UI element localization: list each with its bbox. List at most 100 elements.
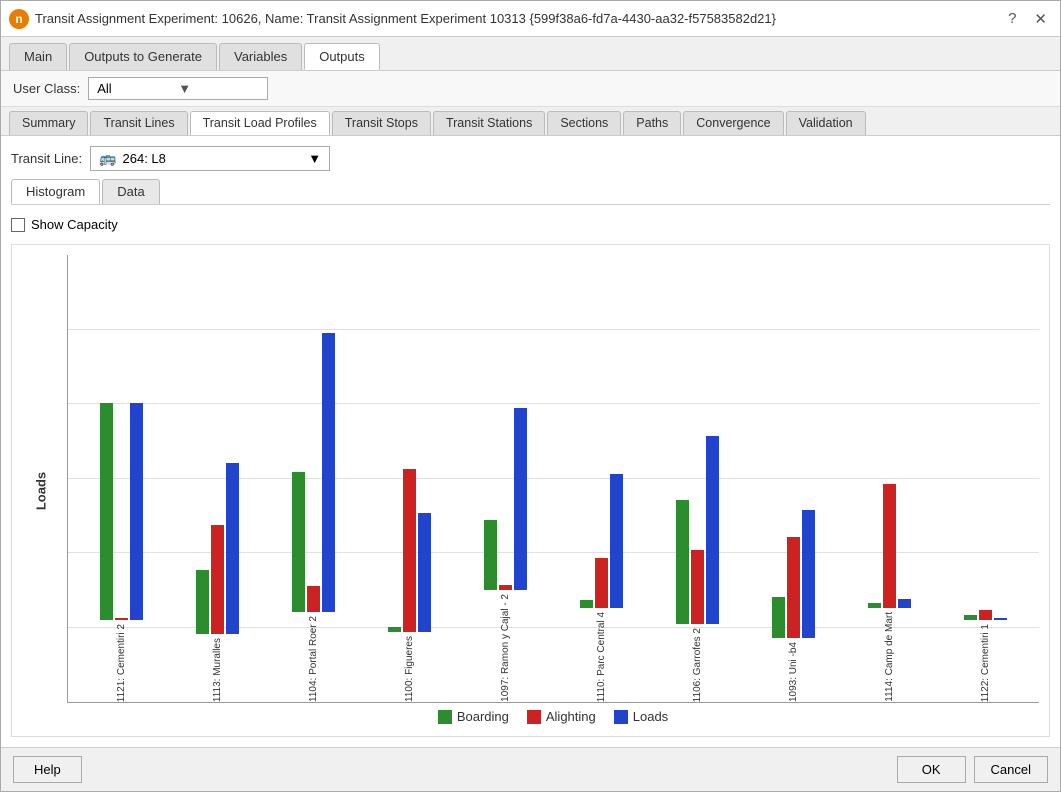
stop-group: 1113: Muralles — [196, 463, 239, 702]
bar-loads — [226, 463, 239, 634]
user-class-label: User Class: — [13, 81, 80, 96]
bar-boarding — [388, 627, 401, 632]
bars-row — [292, 333, 335, 612]
chart-container: Loads 0501001502002503001121: Cementiri … — [11, 244, 1050, 737]
bar-loads — [610, 474, 623, 608]
subtab-summary[interactable]: Summary — [9, 111, 88, 135]
bar-boarding — [580, 600, 593, 608]
subtab-sections[interactable]: Sections — [547, 111, 621, 135]
stop-label: 1110: Parc Central 4 — [596, 612, 607, 702]
stop-label: 1106: Garrofes 2 — [692, 628, 703, 702]
bar-alighting — [403, 469, 416, 632]
stop-group: 1106: Garrofes 2 — [676, 436, 719, 702]
bars-area: 0501001502002503001121: Cementiri 21113:… — [67, 255, 1039, 703]
bars-row — [100, 403, 143, 620]
inner-tab-bar: Histogram Data — [11, 179, 1050, 205]
bar-alighting — [787, 537, 800, 638]
subtab-transit-lines[interactable]: Transit Lines — [90, 111, 187, 135]
stop-group: 1100: Figueres — [388, 469, 431, 702]
bar-boarding — [964, 615, 977, 620]
legend-alighting-color — [527, 710, 541, 724]
transit-line-label: Transit Line: — [11, 151, 82, 166]
bar-boarding — [772, 597, 785, 638]
bar-boarding — [196, 570, 209, 634]
ok-cancel-group: OK Cancel — [897, 756, 1048, 783]
bar-boarding — [292, 472, 305, 612]
innertab-data[interactable]: Data — [102, 179, 159, 204]
cancel-button[interactable]: Cancel — [974, 756, 1048, 783]
legend-alighting-label: Alighting — [546, 709, 596, 724]
stop-group: 1093: Uni -b4 — [772, 510, 815, 702]
user-class-value: All — [97, 81, 178, 96]
show-capacity-row: Show Capacity — [11, 213, 1050, 236]
stop-group: 1122: Cementiri 1 — [964, 610, 1007, 702]
bars-row — [964, 610, 1007, 620]
legend-boarding-color — [438, 710, 452, 724]
transit-line-arrow: ▼ — [308, 151, 321, 166]
bars-row — [772, 510, 815, 638]
bars-container: 1121: Cementiri 2 1113: Muralles 1104: Por… — [68, 255, 1039, 702]
transit-line-value: 264: L8 — [123, 151, 303, 166]
ok-button[interactable]: OK — [897, 756, 966, 783]
stop-label: 1114: Camp de Mart — [884, 612, 895, 702]
bars-row — [484, 408, 527, 590]
bar-alighting — [211, 525, 224, 634]
show-capacity-checkbox[interactable] — [11, 218, 25, 232]
innertab-histogram[interactable]: Histogram — [11, 179, 100, 204]
transit-line-row: Transit Line: 🚌 264: L8 ▼ — [11, 146, 1050, 171]
subtab-validation[interactable]: Validation — [786, 111, 866, 135]
user-class-select[interactable]: All ▼ — [88, 77, 268, 100]
bar-boarding — [100, 403, 113, 620]
bar-alighting — [883, 484, 896, 608]
app-icon: n — [9, 9, 29, 29]
close-title-button[interactable]: ✕ — [1029, 8, 1052, 30]
stop-label: 1113: Muralles — [212, 638, 223, 702]
bar-alighting — [115, 618, 128, 620]
stop-label: 1104: Portal Roer 2 — [308, 616, 319, 702]
main-window: n Transit Assignment Experiment: 10626, … — [0, 0, 1061, 792]
legend-boarding: Boarding — [438, 709, 509, 724]
chart-legend: Boarding Alighting Loads — [67, 703, 1039, 726]
bars-row — [868, 484, 911, 608]
bar-loads — [322, 333, 335, 612]
bar-boarding — [868, 603, 881, 608]
subtab-paths[interactable]: Paths — [623, 111, 681, 135]
help-button[interactable]: Help — [13, 756, 82, 783]
bar-alighting — [979, 610, 992, 620]
bar-alighting — [595, 558, 608, 608]
stop-group: 1114: Camp de Mart — [868, 484, 911, 702]
subtab-transit-stops[interactable]: Transit Stops — [332, 111, 431, 135]
tab-main[interactable]: Main — [9, 43, 67, 70]
bar-loads — [994, 618, 1007, 620]
tab-outputs[interactable]: Outputs — [304, 43, 380, 70]
bar-loads — [514, 408, 527, 590]
bar-loads — [706, 436, 719, 624]
top-tab-bar: Main Outputs to Generate Variables Outpu… — [1, 37, 1060, 71]
content-area: Transit Line: 🚌 264: L8 ▼ Histogram Data… — [1, 136, 1060, 747]
bar-boarding — [676, 500, 689, 624]
title-bar: n Transit Assignment Experiment: 10626, … — [1, 1, 1060, 37]
help-title-button[interactable]: ? — [1003, 8, 1021, 30]
bar-alighting — [307, 586, 320, 612]
legend-loads-color — [614, 710, 628, 724]
bars-row — [580, 474, 623, 608]
chart-wrapper: Loads 0501001502002503001121: Cementiri … — [11, 244, 1050, 737]
stop-group: 1097: Ramon y Cajal - 2 — [484, 408, 527, 702]
bars-row — [388, 469, 431, 632]
bar-loads — [130, 403, 143, 620]
tab-outputs-to-generate[interactable]: Outputs to Generate — [69, 43, 217, 70]
bar-loads — [802, 510, 815, 638]
subtab-transit-load-profiles[interactable]: Transit Load Profiles — [190, 111, 330, 135]
bar-loads — [418, 513, 431, 632]
show-capacity-label: Show Capacity — [31, 217, 118, 232]
tab-variables[interactable]: Variables — [219, 43, 302, 70]
stop-group: 1104: Portal Roer 2 — [292, 333, 335, 702]
chart-inner: 0501001502002503001121: Cementiri 21113:… — [67, 255, 1039, 726]
legend-loads-label: Loads — [633, 709, 668, 724]
subtab-convergence[interactable]: Convergence — [683, 111, 783, 135]
stop-label: 1093: Uni -b4 — [788, 642, 799, 702]
bars-row — [196, 463, 239, 634]
transit-line-select[interactable]: 🚌 264: L8 ▼ — [90, 146, 330, 171]
subtab-transit-stations[interactable]: Transit Stations — [433, 111, 545, 135]
stop-label: 1121: Cementiri 2 — [116, 624, 127, 702]
